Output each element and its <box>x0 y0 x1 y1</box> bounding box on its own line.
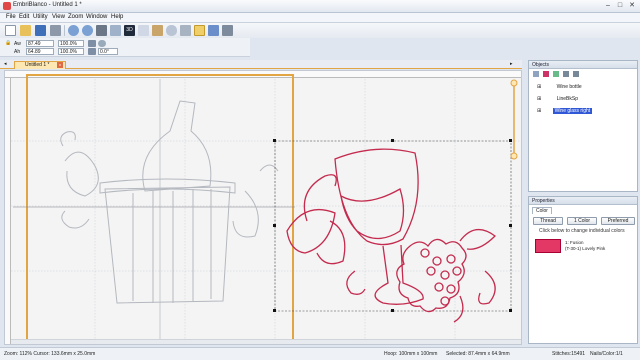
status-selected: Selected: 87.4mm x 64.9mm <box>446 351 510 357</box>
move-up-icon[interactable] <box>563 71 569 77</box>
menu-view[interactable]: View <box>52 14 65 20</box>
rotation-field[interactable]: 0.0° <box>98 48 118 55</box>
stitch-tool-icon[interactable] <box>180 25 191 36</box>
toolbar-separator <box>64 25 65 36</box>
menu-zoom[interactable]: Zoom <box>68 14 83 20</box>
title-bar: EmbriBlanco - Untitled 1 * – □ ✕ <box>0 0 640 13</box>
main-toolbar: 3D <box>0 23 640 38</box>
minimize-icon[interactable]: – <box>602 1 614 11</box>
grid-toggle-icon[interactable] <box>194 25 205 36</box>
new-icon[interactable] <box>5 25 16 36</box>
window-title: EmbriBlanco - Untitled 1 * <box>13 2 82 8</box>
wine-bottle-design <box>60 100 279 304</box>
status-zoom: Zoom: 112% Cursor: 133.6mm x 25.0mm <box>4 351 96 357</box>
thread-button[interactable]: Thread <box>533 217 563 225</box>
object-label: Wine bottle <box>556 84 582 90</box>
expand-icon[interactable]: ⊞ <box>537 84 541 90</box>
group-icon[interactable] <box>553 71 559 77</box>
menu-window[interactable]: Window <box>86 14 107 20</box>
export-icon[interactable] <box>222 25 233 36</box>
maximize-icon[interactable]: □ <box>614 1 626 11</box>
height-percent-field[interactable]: 100.0% <box>58 48 84 55</box>
status-hoop: Hoop: 100mm x 100mm <box>384 351 438 357</box>
selection-handles <box>273 139 512 312</box>
tab-label: Untitled 1 * <box>25 62 50 68</box>
add-object-icon[interactable] <box>533 71 539 77</box>
objects-panel: Objects ⊞ Wine bottle ⊞ LineBkSp ⊞ Wine … <box>528 60 638 192</box>
wizard-icon[interactable] <box>208 25 219 36</box>
tab-scroll-left-icon[interactable]: ◂ <box>4 61 7 67</box>
select-tool-icon[interactable] <box>138 25 149 36</box>
canvas-drawing <box>11 74 521 344</box>
width-field[interactable]: 87.49 <box>26 40 54 47</box>
one-color-button[interactable]: 1 Color <box>567 217 597 225</box>
app-icon <box>3 2 11 10</box>
menu-file[interactable]: File <box>6 14 16 20</box>
horizontal-scrollbar[interactable] <box>11 339 521 344</box>
flip-vertical-icon[interactable] <box>88 48 96 55</box>
width-percent-field[interactable]: 100.0% <box>58 40 84 47</box>
object-item-linebksp[interactable]: ⊞ LineBkSp <box>537 95 578 103</box>
undo-icon[interactable] <box>68 25 79 36</box>
tab-color[interactable]: Color <box>532 207 552 214</box>
height-label: Ah <box>14 49 21 55</box>
tab-close-icon[interactable]: x <box>57 62 63 68</box>
status-stitches: Stitches:15491 <box>552 351 586 357</box>
copy-icon[interactable] <box>110 25 121 36</box>
lock-icon[interactable]: 🔒 <box>5 40 11 46</box>
delete-object-icon[interactable] <box>543 71 549 77</box>
preferred-button[interactable]: Preferred <box>601 217 635 225</box>
measure-icon[interactable] <box>152 25 163 36</box>
objects-panel-title: Objects <box>529 61 637 69</box>
3d-view-button[interactable]: 3D <box>124 25 135 36</box>
object-item-wine-bottle[interactable]: ⊞ Wine bottle <box>537 83 582 91</box>
expand-icon[interactable]: ⊞ <box>537 108 541 114</box>
move-down-icon[interactable] <box>573 71 579 77</box>
open-folder-icon[interactable] <box>20 25 31 36</box>
cut-icon[interactable] <box>96 25 107 36</box>
menu-bar: File Edit Utility View Zoom Window Help <box>0 13 640 23</box>
object-label-selected: Wine glass right <box>552 108 593 114</box>
rotate-icon[interactable] <box>98 40 106 47</box>
selection-box <box>274 140 512 312</box>
document-tab-bar: ◂ ▸ <box>0 60 522 69</box>
color-hint: Click below to change individual colors <box>539 228 625 234</box>
object-label: LineBkSp <box>556 96 578 102</box>
color-swatch[interactable] <box>535 239 561 253</box>
wine-glass-design <box>286 148 496 323</box>
status-bar: Zoom: 112% Cursor: 133.6mm x 25.0mm Hoop… <box>0 347 640 360</box>
height-field[interactable]: 64.89 <box>26 48 54 55</box>
menu-help[interactable]: Help <box>111 14 123 20</box>
save-icon[interactable] <box>35 25 46 36</box>
hoop-icon[interactable] <box>166 25 177 36</box>
width-label: Aw <box>14 41 21 47</box>
tab-scroll-right-icon[interactable]: ▸ <box>510 61 513 67</box>
flip-horizontal-icon[interactable] <box>88 40 96 47</box>
menu-utility[interactable]: Utility <box>33 14 48 20</box>
design-canvas[interactable] <box>4 70 522 345</box>
objects-toolbar <box>531 71 631 79</box>
properties-panel-title: Properties <box>529 197 637 205</box>
redo-icon[interactable] <box>82 25 93 36</box>
swatch-line-2: (T-30-1) Lovely Pink <box>565 246 606 251</box>
tab-untitled-1[interactable]: Untitled 1 * x <box>14 61 66 69</box>
status-nails: Nails/Color:1/1 <box>590 351 623 357</box>
transform-toolbar: 🔒 Aw 87.49 100.0% Ah 64.89 100.0% 0.0° <box>0 38 250 57</box>
close-icon[interactable]: ✕ <box>626 1 638 11</box>
print-icon[interactable] <box>50 25 61 36</box>
properties-panel: Properties Color Thread 1 Color Preferre… <box>528 196 638 344</box>
menu-edit[interactable]: Edit <box>19 14 29 20</box>
swatch-line-1: 1: Fusion <box>565 240 584 245</box>
expand-icon[interactable]: ⊞ <box>537 96 541 102</box>
object-item-wine-glass-right[interactable]: ⊞ Wine glass right <box>537 107 593 115</box>
